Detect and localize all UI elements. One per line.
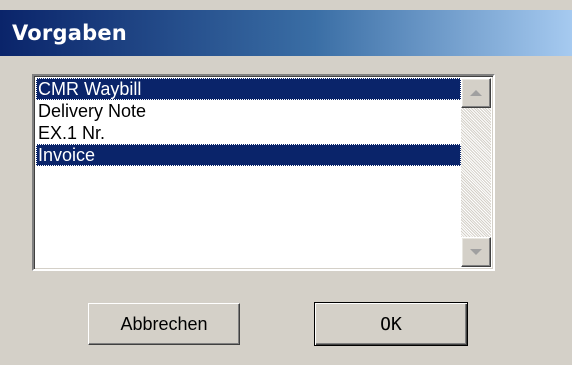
cancel-button[interactable]: Abbrechen (88, 303, 240, 345)
list-items-area: CMR Waybill Delivery Note EX.1 Nr. Invoi… (36, 78, 461, 267)
arrow-up-icon (470, 90, 482, 96)
scroll-down-button[interactable] (461, 237, 491, 267)
vertical-scrollbar[interactable] (461, 78, 491, 267)
list-item-invoice[interactable]: Invoice (36, 144, 461, 166)
list-item-delivery-note[interactable]: Delivery Note (36, 100, 461, 122)
list-item-ex1-nr[interactable]: EX.1 Nr. (36, 122, 461, 144)
dialog-title: Vorgaben (12, 21, 127, 45)
title-bar[interactable]: Vorgaben (0, 10, 572, 56)
vorgaben-dialog: Vorgaben CMR Waybill Delivery Note EX.1 … (0, 0, 572, 365)
arrow-down-icon (470, 249, 482, 255)
scroll-up-button[interactable] (461, 78, 491, 108)
ok-button[interactable]: OK (314, 302, 468, 346)
list-item-cmr-waybill[interactable]: CMR Waybill (36, 78, 461, 100)
document-listbox[interactable]: CMR Waybill Delivery Note EX.1 Nr. Invoi… (32, 74, 495, 271)
